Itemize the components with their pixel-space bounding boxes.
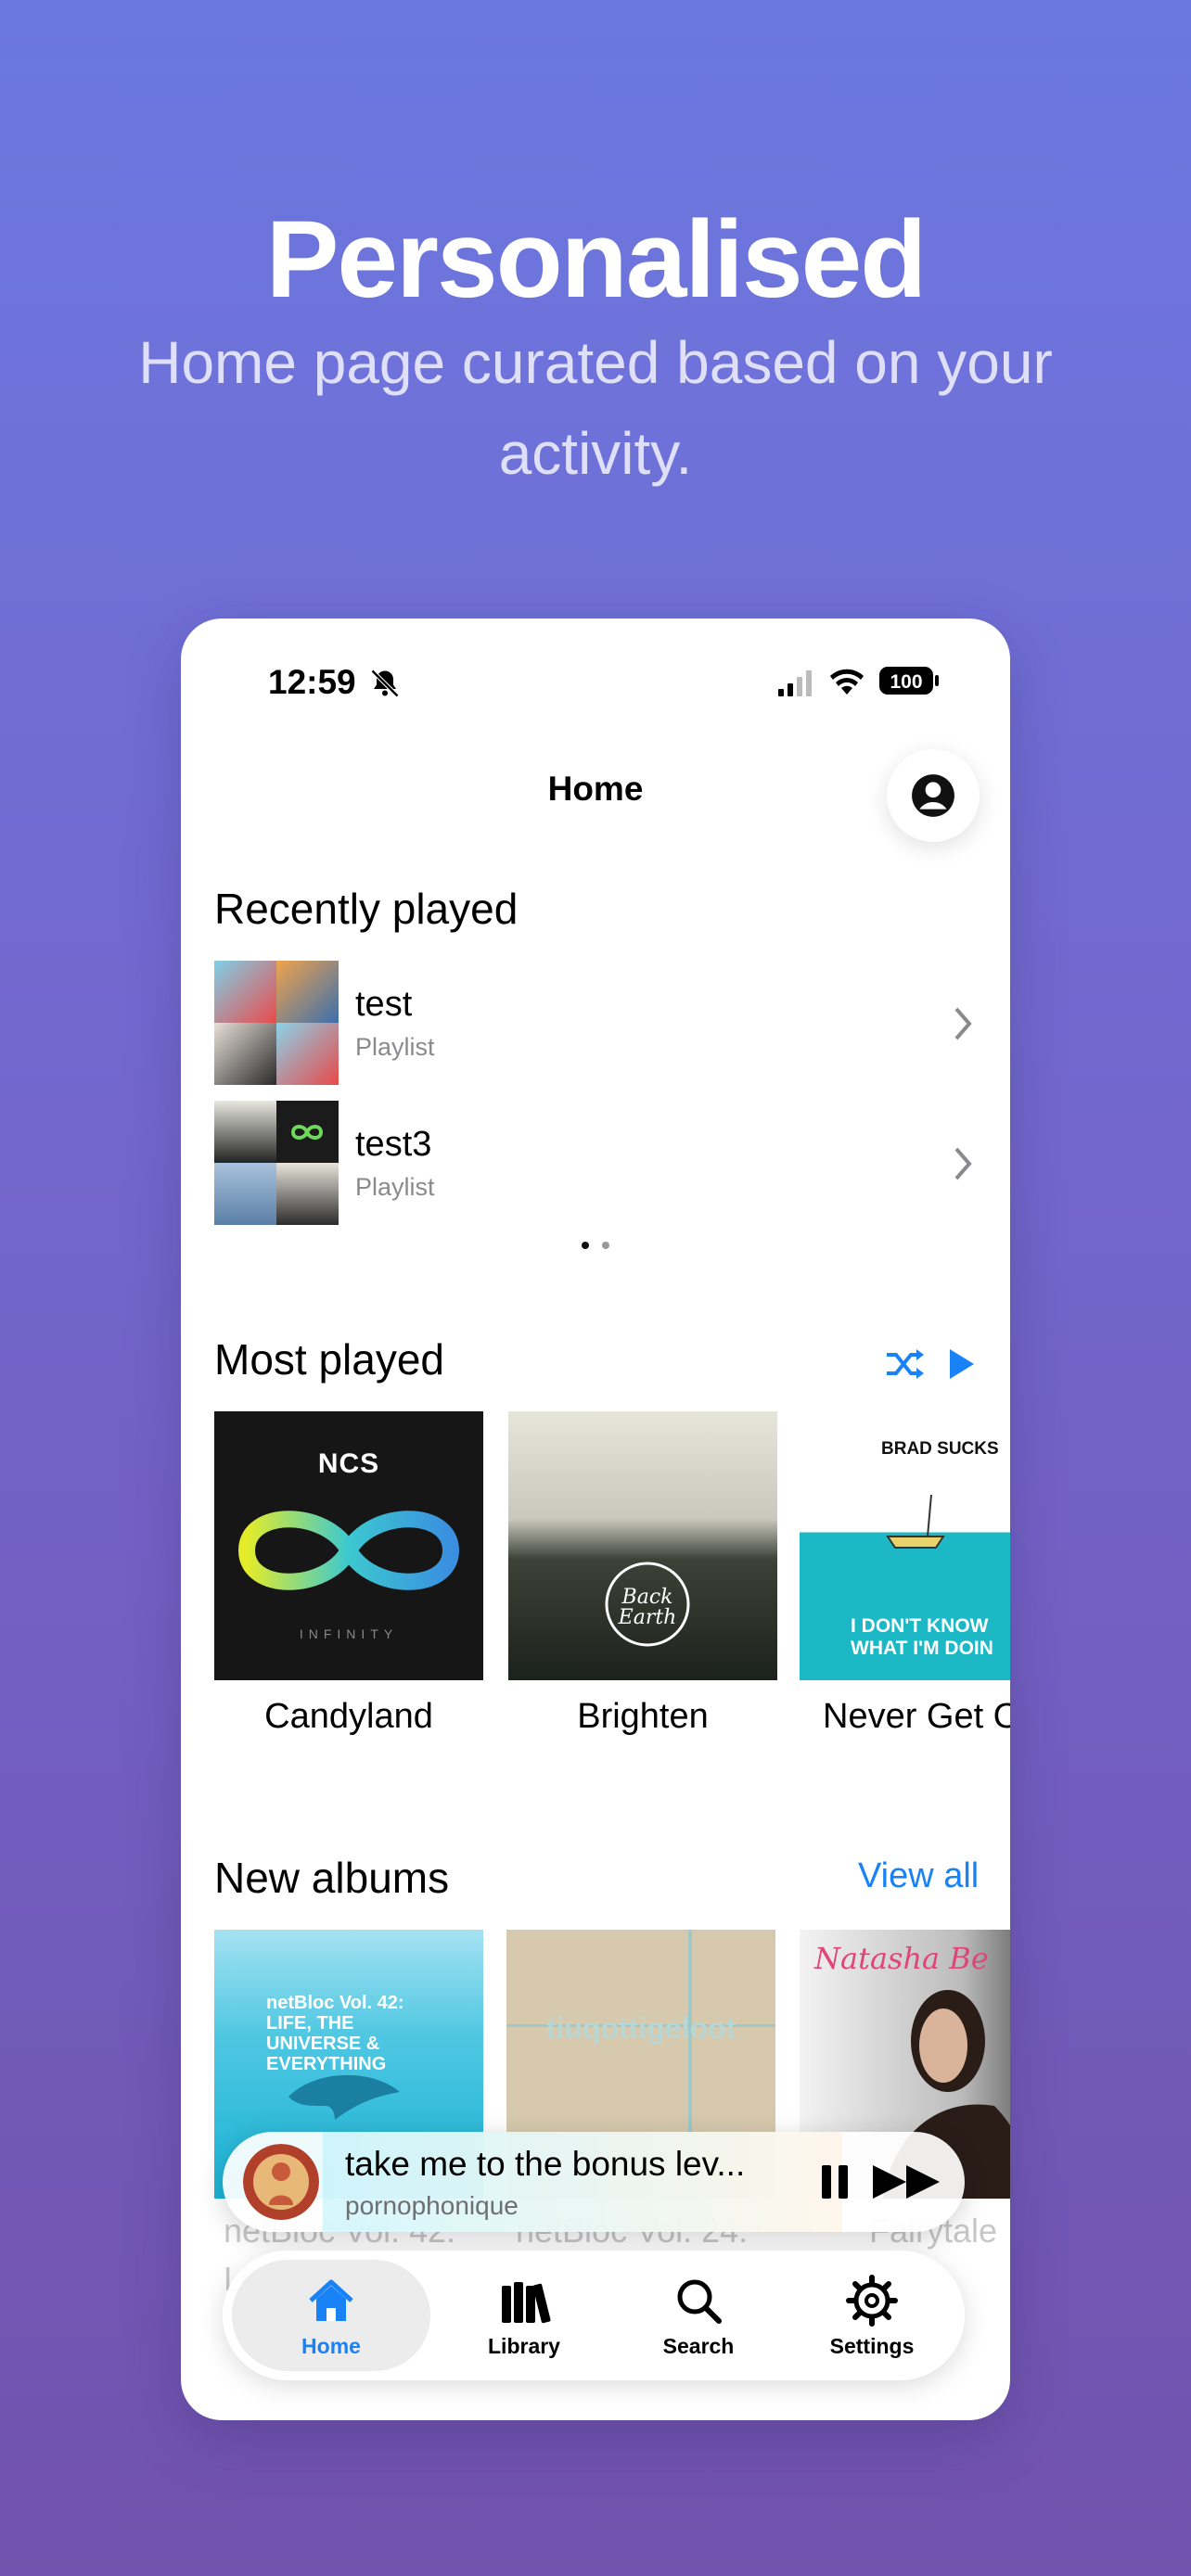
mini-player[interactable]: take me to the bonus lev... pornophoniqu… [223,2132,965,2232]
most-played-card[interactable]: NCS INFINITY Candyland [214,1411,483,1737]
fast-forward-icon[interactable] [869,2160,943,2204]
now-playing-artwork [243,2144,319,2220]
magnifier-icon [677,2279,722,2324]
most-played-title: Most played [214,1335,445,1384]
new-albums-title: New albums [214,1854,450,1902]
recent-item[interactable]: test Playlist [214,961,975,1087]
recently-played-title: Recently played [214,885,519,933]
playlist-name: test3 [355,1125,432,1164]
most-played-card[interactable]: Back Earth Brighten [508,1411,777,1737]
album-title: Candyland [264,1697,433,1736]
album-artwork: NCS INFINITY [214,1411,483,1680]
playlist-name: test [355,985,413,1024]
house-icon [309,2279,353,2321]
playlist-type: Playlist [355,1173,435,1201]
promo-subline: Home page curated based on your activity… [138,329,1053,487]
album-title: Brighten [577,1697,709,1736]
profile-button[interactable] [887,749,980,842]
now-playing-artist: pornophonique [345,2191,519,2220]
playlist-artwork [214,961,339,1085]
tab-label: Library [488,2333,560,2358]
pause-icon[interactable] [816,2160,853,2204]
tab-label: Search [662,2333,735,2358]
playlist-artwork [214,1101,339,1225]
page-indicator[interactable] [181,1242,1010,1249]
chevron-right-icon [954,1007,972,1040]
tab-settings[interactable]: Settings [784,2251,960,2380]
album-artwork: BRAD SUCKS I DON'T KNOW WHAT I'M DOIN [800,1411,1010,1680]
tab-label: Home [301,2333,361,2358]
library-icon [502,2281,551,2323]
most-played-actions [887,1349,974,1379]
tab-home[interactable]: Home [232,2260,430,2371]
tab-bar: Home Library Search Settings [223,2251,965,2380]
wifi-icon [830,669,864,695]
signal-icon [778,670,812,696]
status-bar: 12:59 100 [181,663,1010,709]
play-icon[interactable] [950,1349,974,1379]
bell-slash-icon [370,669,400,698]
album-title: Never Get O [823,1697,1010,1736]
battery-icon: 100 [879,667,939,695]
nav-title: Home [547,770,644,808]
now-playing-title: take me to the bonus lev... [345,2145,746,2183]
tab-search[interactable]: Search [610,2251,787,2380]
shuffle-icon[interactable] [887,1349,924,1379]
most-played-card[interactable]: BRAD SUCKS I DON'T KNOW WHAT I'M DOIN Ne… [800,1411,1010,1737]
tab-label: Settings [829,2333,915,2358]
person-circle-icon [912,774,954,817]
view-all-link[interactable]: View all [858,1856,979,1896]
tab-library[interactable]: Library [436,2251,612,2380]
chevron-right-icon [954,1147,972,1180]
album-artwork: Back Earth [508,1411,777,1680]
phone-screen: 12:59 100 Home Recently played test Play… [181,618,1010,2420]
playlist-type: Playlist [355,1033,435,1061]
recent-item[interactable]: test3 Playlist [214,1101,975,1227]
svg-text:100: 100 [890,671,922,693]
status-time: 12:59 [268,663,356,701]
gear-icon [846,2274,898,2327]
page-dot[interactable] [582,1242,589,1249]
page-dot[interactable] [602,1242,609,1249]
promo-headline: Personalised [265,198,928,321]
